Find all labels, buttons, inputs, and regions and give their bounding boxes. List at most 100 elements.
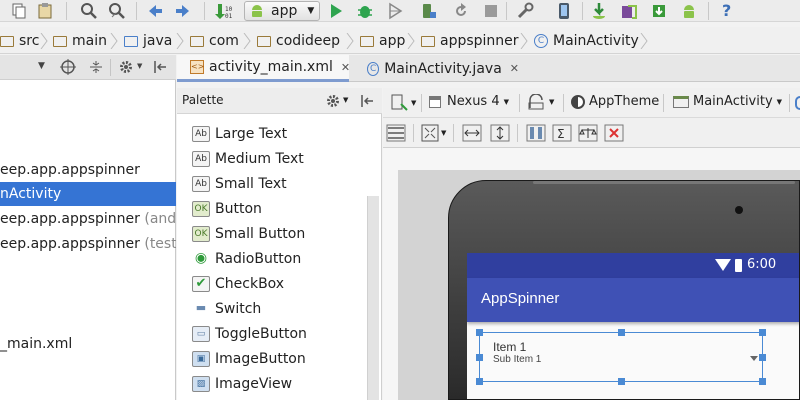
selection-handle[interactable] — [618, 329, 625, 336]
breadcrumb-mainactivity[interactable]: C MainActivity — [534, 31, 639, 51]
breadcrumb-src[interactable]: src — [0, 31, 39, 51]
palette-item-switch[interactable]: ▬ Switch — [192, 298, 262, 320]
tree-item-selected[interactable]: nActivity — [0, 182, 176, 206]
globe-icon[interactable] — [795, 96, 800, 110]
paste-icon[interactable] — [36, 2, 54, 20]
collapse-all-icon[interactable] — [88, 59, 104, 75]
attach-debugger-icon[interactable] — [420, 2, 438, 20]
device-dropdown[interactable]: Nexus 4 ▼ — [429, 94, 509, 109]
palette-item-label: Small Button — [215, 226, 306, 242]
match-height-icon[interactable] — [489, 122, 511, 144]
chevron-down-icon[interactable]: ▼ — [441, 129, 446, 137]
text-icon: Ab — [192, 151, 210, 167]
switch-icon: ▬ — [195, 301, 207, 314]
project-panel-header: ▼ ▼ — [0, 55, 176, 80]
find-icon[interactable] — [80, 2, 98, 20]
palette-item-imagebutton[interactable]: ▣ ImageButton — [192, 348, 306, 370]
distribute-weights-icon[interactable] — [525, 122, 547, 144]
spinner[interactable]: Item 1 Sub Item 1 — [476, 329, 766, 385]
device-icon — [429, 95, 441, 108]
selection-handle[interactable] — [476, 354, 483, 361]
copy-icon[interactable] — [10, 2, 28, 20]
palette-item-checkbox[interactable]: ✔ CheckBox — [192, 273, 284, 295]
run-config-dropdown[interactable]: app ▼ — [244, 1, 320, 21]
breadcrumb-app[interactable]: app — [360, 31, 405, 51]
palette-item-imageview[interactable]: ▨ ImageView — [192, 373, 292, 395]
gear-icon[interactable] — [118, 59, 134, 75]
hide-panel-icon[interactable] — [152, 59, 168, 75]
chevron-right-icon — [176, 33, 184, 49]
selection-handle[interactable] — [759, 378, 766, 385]
stop-icon[interactable] — [482, 2, 500, 20]
breadcrumb-com[interactable]: com — [190, 31, 239, 51]
breadcrumb-codideep[interactable]: codideep — [257, 31, 340, 51]
chevron-down-icon[interactable]: ▼ — [137, 62, 142, 70]
coverage-icon[interactable] — [386, 2, 404, 20]
palette-item-large-text[interactable]: Ab Large Text — [192, 123, 287, 145]
clear-weights-icon[interactable] — [603, 122, 625, 144]
battery-icon — [735, 259, 742, 272]
help-icon[interactable]: ? — [722, 1, 731, 20]
tree-item[interactable]: eep.app.appspinner (test) — [0, 232, 176, 256]
palette-item-togglebutton[interactable]: ▭ ToggleButton — [192, 323, 307, 345]
chevron-down-icon[interactable]: ▼ — [411, 99, 416, 107]
run-config-label: app — [271, 3, 298, 19]
sdk-manager-icon[interactable] — [590, 2, 608, 20]
close-icon[interactable]: ✕ — [510, 62, 519, 75]
zoom-fit-icon[interactable] — [419, 122, 441, 144]
breadcrumb-appspinner[interactable]: appspinner — [421, 31, 519, 51]
folder-icon — [421, 35, 435, 47]
palette-item-small-button[interactable]: OK Small Button — [192, 223, 305, 245]
selection-handle[interactable] — [759, 354, 766, 361]
selection-handle[interactable] — [759, 329, 766, 336]
run-icon[interactable] — [327, 2, 345, 20]
text-icon: Ab — [192, 176, 210, 192]
replace-icon[interactable] — [108, 2, 126, 20]
match-width-icon[interactable] — [461, 122, 483, 144]
folder-icon — [360, 35, 374, 47]
palette-item-small-text[interactable]: Ab Small Text — [192, 173, 287, 195]
sync-gradle-icon[interactable] — [516, 2, 534, 20]
close-icon[interactable]: ✕ — [341, 61, 350, 74]
breadcrumb-java[interactable]: java — [124, 31, 172, 51]
palette-item-button[interactable]: OK Button — [192, 198, 262, 220]
palette-scrollbar[interactable] — [367, 196, 379, 400]
rotate-icon — [528, 94, 544, 110]
tab-activity-main-xml[interactable]: <> activity_main.xml ✕ — [177, 55, 350, 82]
android-device-icon[interactable] — [620, 2, 638, 20]
android-monitor-icon[interactable] — [680, 2, 698, 20]
sum-weights-icon[interactable]: Σ — [551, 122, 573, 144]
breadcrumb-label: java — [143, 33, 173, 49]
activity-dropdown[interactable]: MainActivity ▼ — [673, 94, 782, 109]
debug-icon[interactable] — [356, 2, 374, 20]
back-icon[interactable] — [146, 2, 164, 20]
download-icon[interactable] — [650, 2, 668, 20]
palette-item-medium-text[interactable]: Ab Medium Text — [192, 148, 304, 170]
theme-dropdown[interactable]: AppTheme — [571, 94, 659, 109]
breadcrumb-main[interactable]: main — [53, 31, 107, 51]
selection-handle[interactable] — [476, 378, 483, 385]
selection-handle[interactable] — [476, 329, 483, 336]
orientation-dropdown[interactable]: ▼ — [527, 94, 554, 110]
chevron-down-icon[interactable]: ▼ — [343, 96, 348, 104]
hide-panel-icon[interactable] — [359, 93, 375, 109]
tab-mainactivity-java[interactable]: C MainActivity.java ✕ — [359, 55, 519, 82]
balance-icon[interactable] — [577, 122, 599, 144]
show-outline-icon[interactable] — [385, 122, 407, 144]
tree-item[interactable]: _main.xml — [0, 332, 176, 356]
avd-manager-icon[interactable] — [556, 2, 574, 20]
make-project-icon[interactable]: 1001 — [214, 2, 232, 20]
forward-icon[interactable] — [174, 2, 192, 20]
selection-handle[interactable] — [618, 378, 625, 385]
tree-item[interactable]: eep.app.appspinner — [0, 158, 176, 182]
breadcrumb-label: main — [72, 33, 107, 49]
gear-icon[interactable] — [325, 93, 341, 109]
design-surface-icon[interactable] — [389, 92, 411, 114]
svg-text:Σ: Σ — [557, 127, 565, 141]
rerun-icon[interactable] — [452, 2, 470, 20]
tree-item[interactable]: eep.app.appspinner (androi — [0, 207, 176, 231]
palette-item-radiobutton[interactable]: ◉ RadioButton — [192, 248, 301, 270]
locate-icon[interactable] — [60, 59, 76, 75]
spinner-arrow-icon — [750, 356, 758, 361]
chevron-down-icon[interactable]: ▼ — [38, 61, 45, 71]
